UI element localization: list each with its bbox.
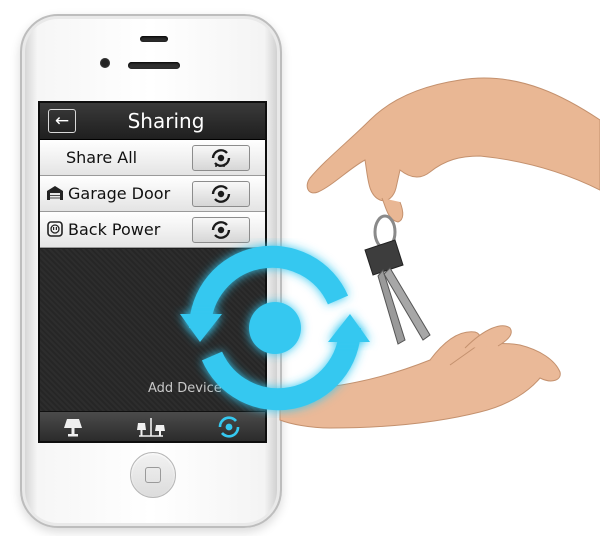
row-label: Back Power bbox=[68, 220, 161, 239]
list-item-share-all[interactable]: Share All bbox=[40, 140, 265, 176]
row-label: Garage Door bbox=[68, 184, 171, 203]
page-title: Sharing bbox=[127, 109, 205, 133]
large-share-sync-icon bbox=[180, 245, 370, 411]
device-list: Share All Garage Door Back Power bbox=[40, 140, 265, 248]
share-sync-icon bbox=[211, 185, 231, 203]
earpiece-slot bbox=[128, 62, 180, 69]
share-garage-door-button[interactable] bbox=[192, 181, 250, 207]
front-camera bbox=[100, 58, 110, 68]
home-square-icon bbox=[145, 467, 161, 483]
share-sync-icon[interactable] bbox=[214, 416, 244, 438]
share-sync-icon bbox=[211, 149, 231, 167]
home-button[interactable] bbox=[130, 452, 176, 498]
back-button[interactable]: ← bbox=[48, 109, 76, 133]
title-bar: ← Sharing bbox=[40, 103, 265, 140]
list-item-garage-door[interactable]: Garage Door bbox=[40, 176, 265, 212]
back-arrow-icon: ← bbox=[54, 111, 70, 131]
row-label: Share All bbox=[66, 148, 138, 167]
share-sync-icon bbox=[211, 221, 231, 239]
garage-icon bbox=[47, 186, 63, 200]
lamp-icon[interactable] bbox=[58, 416, 88, 438]
power-outlet-icon bbox=[47, 221, 63, 237]
device-tree-icon[interactable] bbox=[136, 416, 166, 438]
top-speaker bbox=[140, 36, 168, 42]
share-all-button[interactable] bbox=[192, 145, 250, 171]
